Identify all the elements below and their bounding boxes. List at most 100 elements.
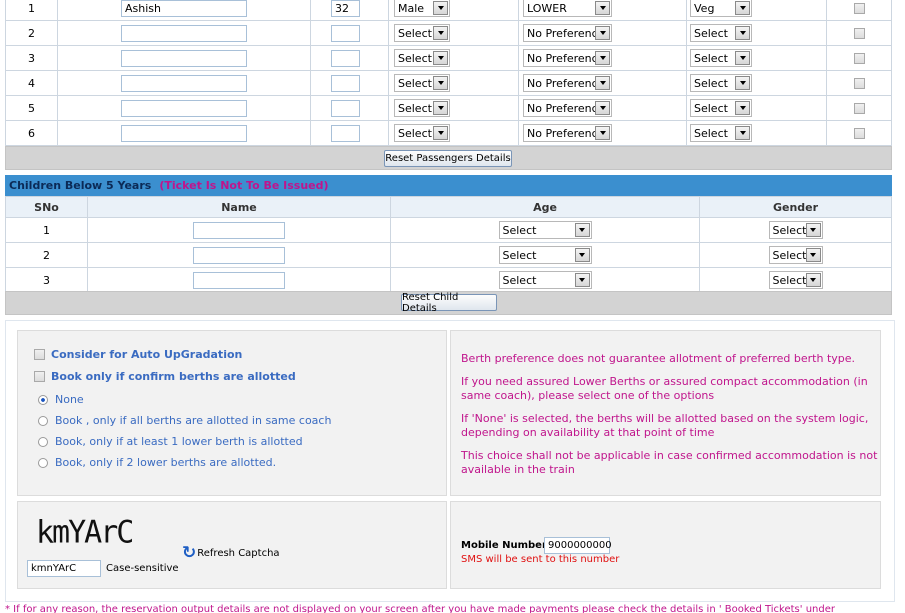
passenger-checkbox[interactable] xyxy=(853,103,865,114)
children-section-header: Children Below 5 Years (Ticket Is Not To… xyxy=(5,175,892,196)
berth-option-label: None xyxy=(55,393,84,406)
passenger-berth-select[interactable]: No Preference xyxy=(523,74,612,92)
dropdown-arrow-icon xyxy=(805,248,821,262)
passenger-food-select[interactable]: Select xyxy=(690,124,752,142)
berth-option-radio[interactable]: Book, only if at least 1 lower berth is … xyxy=(38,435,303,448)
dropdown-arrow-icon xyxy=(433,101,448,115)
radio-icon[interactable] xyxy=(38,394,48,405)
confirm-only-label: Book only if confirm berths are allotted xyxy=(51,370,296,383)
refresh-icon: ↻ xyxy=(182,543,197,563)
passenger-row: 3 Select No Preference Select xyxy=(5,45,892,71)
child-name-input[interactable] xyxy=(193,221,285,239)
dropdown-arrow-icon xyxy=(574,248,590,262)
passenger-sno: 5 xyxy=(5,95,58,121)
passenger-name-input[interactable] xyxy=(121,24,247,42)
reset-child-button[interactable]: Reset Child Details xyxy=(401,292,497,314)
passenger-age-input[interactable] xyxy=(331,74,360,92)
refresh-captcha-label: Refresh Captcha xyxy=(197,547,280,559)
passenger-food-select[interactable]: Select xyxy=(690,24,752,42)
dropdown-arrow-icon xyxy=(595,1,610,15)
child-row: 2 Select Select xyxy=(5,242,892,268)
dropdown-arrow-icon xyxy=(574,223,590,237)
passenger-sno: 6 xyxy=(5,120,58,146)
child-row: 3 Select Select xyxy=(5,267,892,293)
dropdown-arrow-icon xyxy=(735,76,750,90)
passenger-checkbox[interactable] xyxy=(853,78,865,89)
radio-icon[interactable] xyxy=(38,457,48,468)
passenger-berth-select[interactable]: No Preference xyxy=(523,99,612,117)
confirm-only-option[interactable]: Book only if confirm berths are allotted xyxy=(34,370,296,383)
passenger-berth-select[interactable]: No Preference xyxy=(523,49,612,67)
confirm-only-checkbox[interactable] xyxy=(34,371,45,382)
passenger-name-input[interactable]: Ashish xyxy=(121,0,247,17)
child-name-input[interactable] xyxy=(193,246,285,264)
info-line-2b: same coach), please select one of the op… xyxy=(461,389,715,402)
passenger-berth-select[interactable]: No Preference xyxy=(523,24,612,42)
auto-upgrade-option[interactable]: Consider for Auto UpGradation xyxy=(34,348,242,361)
passenger-name-input[interactable] xyxy=(121,124,247,142)
dropdown-arrow-icon xyxy=(805,273,821,287)
passenger-food-select[interactable]: Veg xyxy=(690,0,752,17)
info-line-4b: available in the train xyxy=(461,463,575,476)
passenger-age-input[interactable] xyxy=(331,99,360,117)
captcha-input[interactable]: kmnYArC xyxy=(27,560,101,577)
children-section-note: (Ticket Is Not To Be Issued) xyxy=(159,179,329,192)
dropdown-arrow-icon xyxy=(805,223,821,237)
child-age-select[interactable]: Select xyxy=(498,221,592,239)
child-gender-select[interactable]: Select xyxy=(768,221,823,239)
passenger-gender-select[interactable]: Male xyxy=(394,0,450,17)
passenger-sno: 2 xyxy=(5,20,58,46)
child-age-select[interactable]: Select xyxy=(498,271,592,289)
passenger-row: 1 Ashish 32 Male LOWER Veg xyxy=(5,0,892,21)
passenger-gender-select[interactable]: Select xyxy=(394,49,450,67)
berth-option-radio[interactable]: Book , only if all berths are allotted i… xyxy=(38,414,331,427)
passenger-berth-select[interactable]: LOWER xyxy=(523,0,612,17)
passenger-food-select[interactable]: Select xyxy=(690,99,752,117)
dropdown-arrow-icon xyxy=(433,126,448,140)
refresh-captcha-link[interactable]: ↻ Refresh Captcha xyxy=(182,543,280,563)
child-name-input[interactable] xyxy=(193,271,285,289)
passenger-food-select[interactable]: Select xyxy=(690,74,752,92)
passenger-age-input[interactable]: 32 xyxy=(331,0,360,17)
passenger-sno: 4 xyxy=(5,70,58,96)
sms-note: SMS will be sent to this number xyxy=(461,554,620,565)
child-age-select[interactable]: Select xyxy=(498,246,592,264)
passenger-checkbox[interactable] xyxy=(853,53,865,64)
dropdown-arrow-icon xyxy=(574,273,590,287)
passenger-name-input[interactable] xyxy=(121,99,247,117)
info-line-1: Berth preference does not guarantee allo… xyxy=(461,352,856,365)
footer-note: * If for any reason, the reservation out… xyxy=(5,604,835,613)
passenger-age-input[interactable] xyxy=(331,24,360,42)
berth-option-label: Book , only if all berths are allotted i… xyxy=(55,414,332,427)
dropdown-arrow-icon xyxy=(735,26,750,40)
passenger-row: 6 Select No Preference Select xyxy=(5,120,892,146)
passenger-age-input[interactable] xyxy=(331,49,360,67)
child-gender-select[interactable]: Select xyxy=(768,271,823,289)
radio-icon[interactable] xyxy=(38,436,48,447)
radio-icon[interactable] xyxy=(38,415,48,426)
passenger-checkbox[interactable] xyxy=(853,3,865,14)
passenger-gender-select[interactable]: Select xyxy=(394,74,450,92)
passenger-age-input[interactable] xyxy=(331,124,360,142)
passenger-checkbox[interactable] xyxy=(853,28,865,39)
passenger-berth-select[interactable]: No Preference xyxy=(523,124,612,142)
passenger-name-input[interactable] xyxy=(121,74,247,92)
mobile-input[interactable]: 9000000000 xyxy=(544,537,612,554)
info-line-4a: This choice shall not be applicable in c… xyxy=(461,449,878,462)
passenger-name-input[interactable] xyxy=(121,49,247,67)
passenger-gender-select[interactable]: Select xyxy=(394,99,450,117)
berth-option-radio[interactable]: None xyxy=(38,393,84,406)
passenger-gender-select[interactable]: Select xyxy=(394,124,450,142)
col-sno: SNo xyxy=(5,196,88,218)
passenger-row: 5 Select No Preference Select xyxy=(5,95,892,121)
berth-option-radio[interactable]: Book, only if 2 lower berths are allotte… xyxy=(38,456,276,469)
passenger-food-select[interactable]: Select xyxy=(690,49,752,67)
passenger-gender-select[interactable]: Select xyxy=(394,24,450,42)
dropdown-arrow-icon xyxy=(595,101,610,115)
child-gender-select[interactable]: Select xyxy=(768,246,823,264)
auto-upgrade-checkbox[interactable] xyxy=(34,349,45,360)
reset-passengers-button[interactable]: Reset Passengers Details xyxy=(384,150,512,167)
child-sno: 3 xyxy=(5,267,88,293)
passenger-checkbox[interactable] xyxy=(853,128,865,139)
captcha-case-label: Case-sensitive xyxy=(106,563,179,574)
